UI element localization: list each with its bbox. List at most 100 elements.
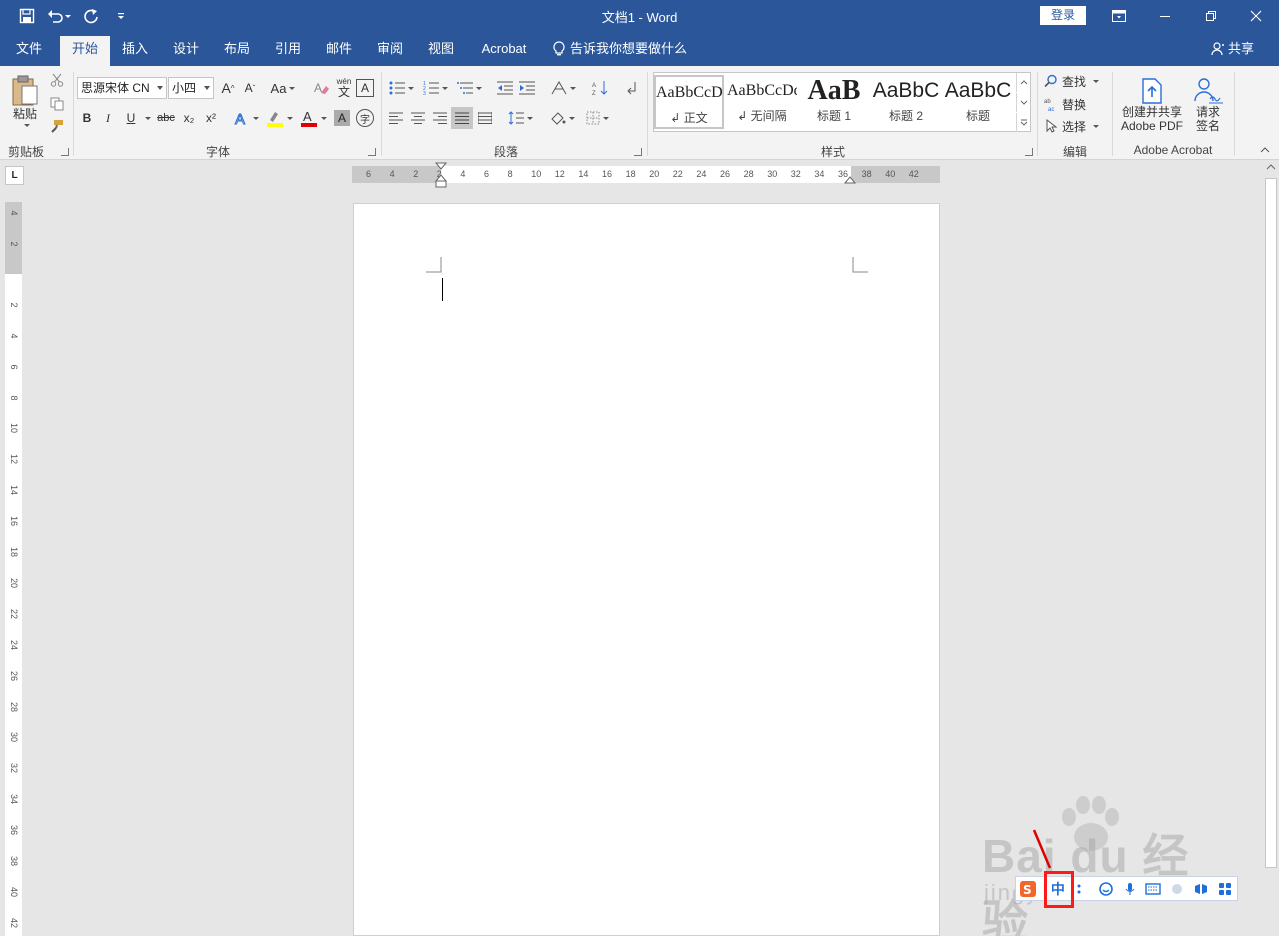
copy-icon[interactable] (47, 94, 67, 114)
tab-view[interactable]: 视图 (418, 36, 464, 66)
tab-references[interactable]: 引用 (265, 36, 311, 66)
justify-icon[interactable] (451, 107, 473, 129)
style-title[interactable]: AaBbC 标题 (943, 75, 1013, 129)
ribbon-display-options-icon[interactable] (1096, 0, 1142, 32)
align-left-icon[interactable] (386, 108, 406, 128)
multilevel-list-icon[interactable] (454, 78, 484, 98)
tab-layout[interactable]: 布局 (214, 36, 260, 66)
paragraph-launcher-icon[interactable] (634, 148, 642, 156)
shrink-font-icon[interactable]: Aˇ (240, 78, 260, 98)
cut-icon[interactable] (47, 70, 67, 90)
enclose-characters-button[interactable]: 字 (356, 109, 374, 127)
tab-home[interactable]: 开始 (60, 36, 110, 66)
align-center-icon[interactable] (408, 108, 428, 128)
change-case-button[interactable]: Aa (268, 78, 298, 98)
font-launcher-icon[interactable] (368, 148, 376, 156)
text-effects-icon[interactable]: A (232, 108, 260, 128)
font-size-combo[interactable]: 小四 (168, 77, 214, 99)
style-heading-1[interactable]: AaB 标题 1 (799, 75, 869, 129)
distributed-icon[interactable] (475, 108, 495, 128)
show-formatting-marks-icon[interactable] (622, 78, 642, 98)
document-page[interactable] (353, 203, 940, 936)
login-button[interactable]: 登录 (1040, 6, 1086, 25)
tell-me-box[interactable]: 告诉我你想要做什么 (553, 36, 687, 62)
vertical-ruler[interactable]: 4 2 2 4 6 8 10 12 14 16 18 20 22 24 26 28 30 32 34 36 38 40 42 (5, 202, 22, 936)
svg-text:ac: ac (1048, 107, 1054, 111)
document-title: 文档1 - Word (601, 10, 678, 25)
strikethrough-button[interactable]: abc (155, 108, 177, 128)
shading-icon[interactable] (547, 108, 577, 128)
bold-button[interactable]: B (78, 108, 96, 128)
format-painter-icon[interactable] (47, 116, 67, 136)
phonetic-guide-button[interactable]: wén 文 (334, 75, 354, 99)
grow-font-icon[interactable]: A ^ (218, 78, 238, 98)
chinese-layout-icon[interactable] (548, 78, 578, 98)
character-border-button[interactable]: A (356, 79, 374, 97)
align-right-icon[interactable] (430, 108, 450, 128)
clear-formatting-icon[interactable]: A (312, 78, 332, 98)
tab-selector[interactable]: L (5, 166, 24, 185)
ruler-tick-label: 22 (9, 608, 19, 619)
replace-button[interactable]: ab ac 替换 (1044, 94, 1104, 114)
underline-button[interactable]: U (121, 108, 141, 128)
underline-dropdown-icon[interactable] (141, 108, 151, 128)
find-button[interactable]: 查找 (1044, 71, 1104, 91)
font-color-icon[interactable]: A (298, 108, 328, 128)
tab-review[interactable]: 审阅 (367, 36, 413, 66)
tab-file[interactable]: 文件 (6, 36, 52, 66)
horizontal-ruler[interactable]: 6 4 2 2 4 6 8 10 12 14 16 18 20 22 24 26 28 30 32 34 36 38 40 4… (352, 162, 940, 188)
scrollbar-thumb[interactable] (1265, 178, 1277, 868)
sogou-logo-icon[interactable]: S (1016, 877, 1040, 900)
scroll-up-icon[interactable] (1266, 164, 1276, 170)
keyboard-icon[interactable] (1141, 877, 1165, 900)
right-indent-marker-icon[interactable] (844, 174, 856, 184)
crop-mark-top-right (852, 257, 868, 273)
clipboard-launcher-icon[interactable] (61, 148, 69, 156)
gallery-more-icon[interactable] (1016, 113, 1030, 132)
vertical-scrollbar[interactable] (1263, 160, 1279, 936)
font-name-combo[interactable]: 思源宋体 CN (77, 77, 167, 99)
tab-insert[interactable]: 插入 (112, 36, 158, 66)
paragraph-group-label: 段落 (493, 145, 518, 159)
tab-acrobat[interactable]: Acrobat (474, 36, 534, 66)
indent-marker-icon[interactable] (435, 162, 447, 188)
style-heading-2[interactable]: AaBbC 标题 2 (871, 75, 941, 129)
superscript-button[interactable]: x² (201, 108, 221, 128)
subscript-button[interactable]: x₂ (179, 108, 199, 128)
emoji-icon[interactable] (1094, 877, 1118, 900)
gallery-scroll-up-icon[interactable] (1016, 73, 1030, 92)
toolbox-icon[interactable] (1189, 877, 1213, 900)
sort-icon[interactable]: AZ (590, 78, 610, 98)
bullets-icon[interactable] (386, 78, 416, 98)
gallery-scroll-down-icon[interactable] (1016, 93, 1030, 112)
share-button[interactable]: 共享 (1211, 36, 1254, 62)
collapse-ribbon-icon[interactable] (1258, 144, 1272, 156)
minimize-icon[interactable] (1142, 0, 1188, 32)
highlight-color-icon[interactable] (264, 108, 294, 128)
character-shading-button[interactable]: A (334, 110, 350, 126)
style-no-spacing[interactable]: AaBbCcDd ↲ 无间隔 (727, 75, 797, 129)
restore-icon[interactable] (1188, 0, 1234, 32)
group-divider (1112, 72, 1113, 156)
tab-design[interactable]: 设计 (163, 36, 209, 66)
menu-icon[interactable] (1213, 877, 1237, 900)
style-normal[interactable]: AaBbCcDd ↲ 正文 (654, 75, 724, 129)
italic-button[interactable]: I (99, 108, 117, 128)
create-pdf-icon (1142, 78, 1162, 104)
tab-mailings[interactable]: 邮件 (316, 36, 362, 66)
borders-icon[interactable] (582, 108, 612, 128)
decrease-indent-icon[interactable] (495, 78, 515, 98)
voice-icon[interactable] (1118, 877, 1142, 900)
paste-label[interactable]: 粘贴 (6, 105, 44, 121)
request-signature-button[interactable]: 请求 签名 (1188, 72, 1228, 138)
skin-icon[interactable] (1165, 877, 1189, 900)
close-icon[interactable] (1233, 0, 1279, 32)
numbering-icon[interactable]: 123 (420, 78, 450, 98)
paste-dropdown-icon[interactable] (20, 121, 30, 129)
line-spacing-icon[interactable] (505, 108, 535, 128)
create-share-pdf-button[interactable]: 创建并共享 Adobe PDF (1118, 72, 1186, 138)
group-divider (381, 72, 382, 156)
select-button[interactable]: 选择 (1044, 116, 1104, 136)
styles-launcher-icon[interactable] (1025, 148, 1033, 156)
increase-indent-icon[interactable] (517, 78, 537, 98)
